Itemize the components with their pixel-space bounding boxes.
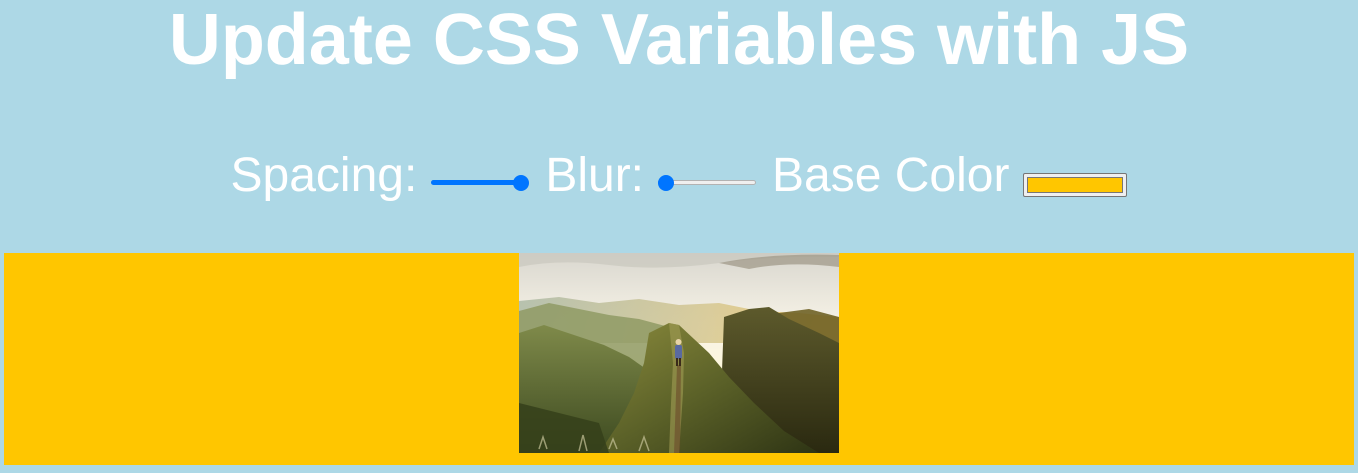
controls-bar: Spacing: Blur: Base Color [0, 146, 1358, 206]
blur-slider-thumb[interactable] [658, 175, 675, 191]
mountain-hiker-photo [519, 253, 839, 453]
spacing-slider[interactable] [431, 175, 530, 191]
photo-illustration [519, 253, 839, 453]
spacing-label: Spacing: [230, 149, 418, 202]
image-frame [4, 253, 1354, 465]
blur-slider[interactable] [658, 175, 757, 191]
spacing-slider-thumb[interactable] [513, 175, 530, 191]
base-color-picker[interactable] [1023, 173, 1128, 197]
base-color-label: Base Color [772, 149, 1010, 202]
page-title: Update CSS Variables with JS [168, 0, 1190, 80]
base-color-swatch [1027, 177, 1124, 193]
spacing-slider-fill [431, 180, 522, 185]
blur-label: Blur: [545, 149, 645, 202]
